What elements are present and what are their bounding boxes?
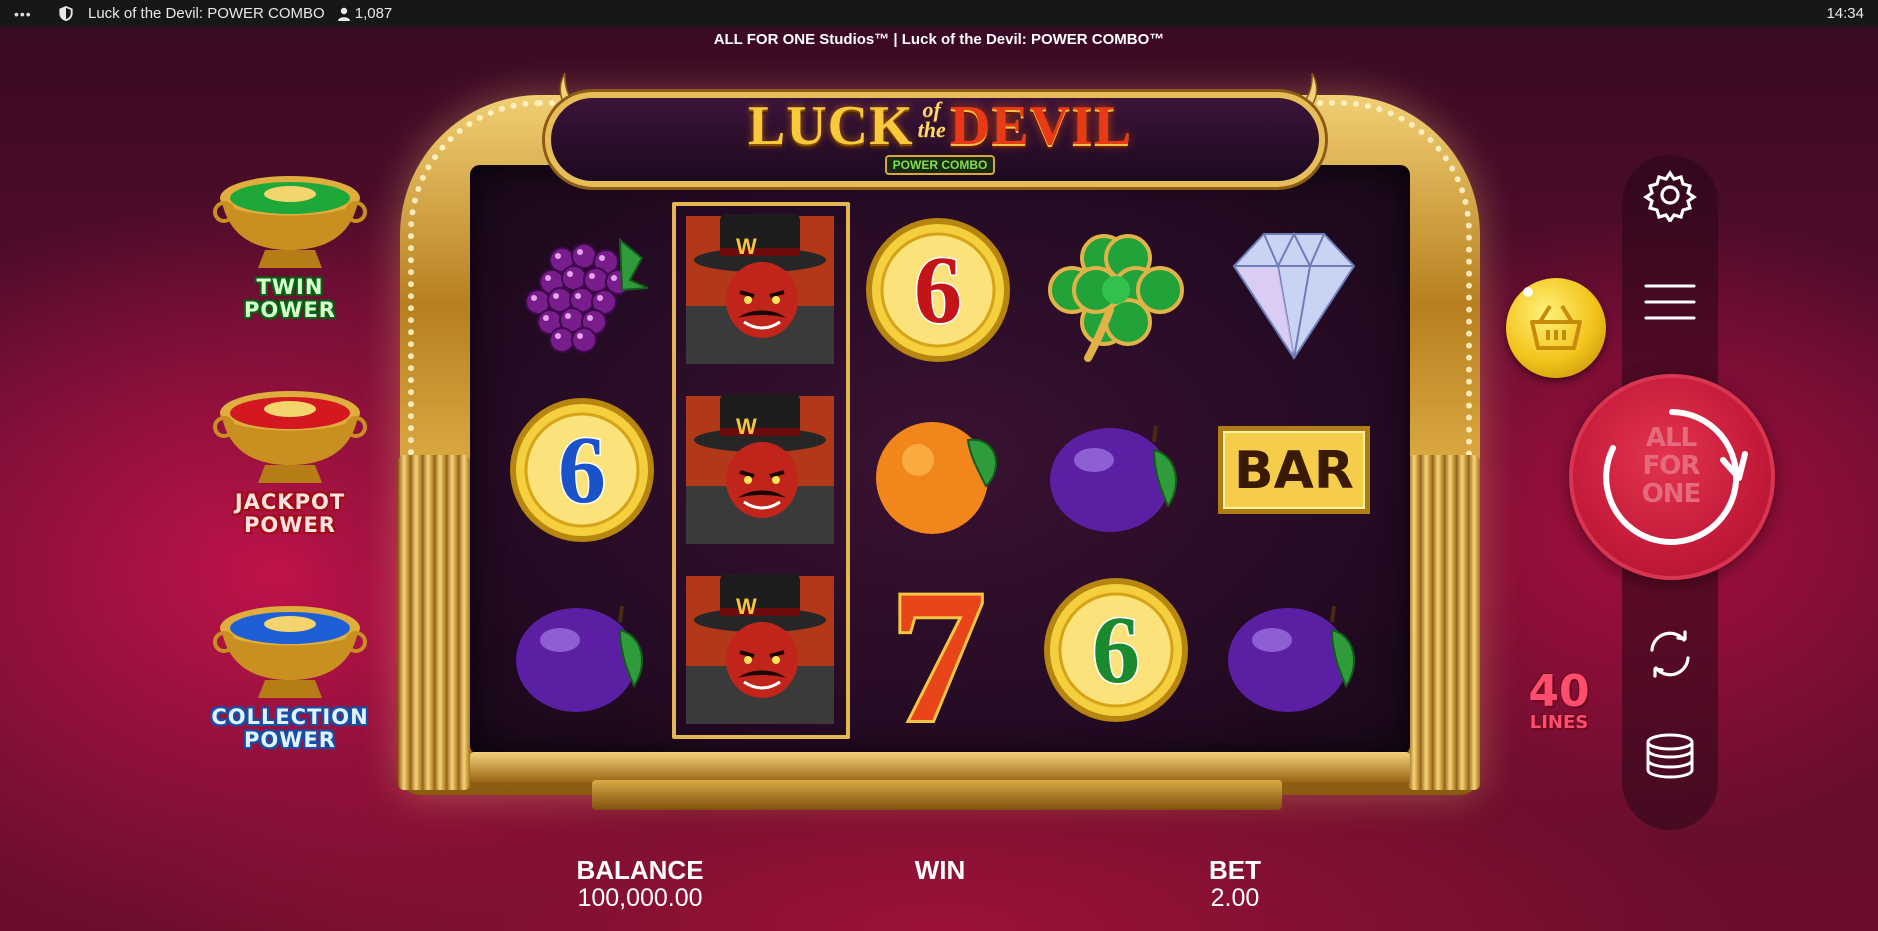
stacked-devil-highlight <box>672 202 850 739</box>
reel-cell: 6 <box>493 380 671 560</box>
reel-cell <box>493 560 671 740</box>
bet-label: BET <box>1209 855 1261 885</box>
collection-power-line1: COLLECTION <box>211 705 369 729</box>
logo-power-combo: POWER COMBO <box>884 155 996 175</box>
gold-6-green-symbol-icon: 6 <box>1044 578 1188 722</box>
pot-icon <box>213 391 367 483</box>
right-pillar <box>1408 455 1480 790</box>
reel-cell <box>1205 560 1383 740</box>
svg-text:6: 6 <box>1092 596 1140 703</box>
reel-cell: 6 <box>1027 560 1205 740</box>
jackpot-power-jackpot: JACKPOT POWER <box>190 385 390 537</box>
clock: 14:34 <box>1826 5 1864 22</box>
jackpot-power-label: JACKPOT POWER <box>190 491 390 537</box>
pot-icon <box>213 606 367 698</box>
twin-power-label: TWIN POWER <box>190 276 390 322</box>
coin-stack-icon <box>1646 733 1694 779</box>
settings-button[interactable] <box>1640 165 1700 225</box>
hamburger-menu-icon <box>1644 284 1696 320</box>
bet-display: BET 2.00 <box>1175 856 1295 912</box>
lines-count: 40 <box>1528 666 1590 717</box>
viewer-count: 1,087 <box>354 5 393 22</box>
gold-6-red-symbol-icon: 6 <box>866 218 1010 362</box>
balance-display: BALANCE 100,000.00 <box>540 856 740 912</box>
gold-6-blue-symbol-icon: 6 <box>510 398 654 542</box>
reel-cell: BAR <box>1205 380 1383 560</box>
balance-value: 100,000.00 <box>577 884 703 912</box>
logo-of-the: of the <box>917 99 946 142</box>
collection-power-jackpot: COLLECTION POWER <box>190 600 390 752</box>
reel-cell <box>849 380 1027 560</box>
reel-cell <box>1027 380 1205 560</box>
more-options-icon[interactable]: ••• <box>14 6 46 22</box>
plum-symbol-icon <box>516 605 643 712</box>
provider-title: ALL FOR ONE Studios™ | Luck of the Devil… <box>713 31 1165 48</box>
shield-icon <box>59 5 73 22</box>
jackpot-power-line2: POWER <box>244 513 336 537</box>
clover-symbol-icon <box>1048 234 1184 362</box>
twin-power-jackpot: TWIN POWER <box>190 170 390 322</box>
diamond-symbol-icon <box>1232 231 1356 360</box>
pot-icon <box>213 176 367 268</box>
window-title: Luck of the Devil: POWER COMBO <box>88 5 325 22</box>
user-icon <box>337 7 350 21</box>
game-logo: LUCK of theDEVIL POWER COMBO <box>710 96 1170 176</box>
stage-floor <box>470 752 1410 782</box>
plum-symbol-icon <box>1050 425 1177 532</box>
win-label: WIN <box>914 855 966 885</box>
shopping-basket-icon <box>1523 287 1582 350</box>
status-bar: ••• Luck of the Devil: POWER COMBO 1,087… <box>0 0 1878 27</box>
twin-power-line2: POWER <box>244 298 336 322</box>
autoplay-arrows-icon <box>1650 630 1690 678</box>
reel-cell <box>1027 200 1205 380</box>
bet-value: 2.00 <box>1210 884 1260 912</box>
reel-cell: 6 <box>849 200 1027 380</box>
collection-power-label: COLLECTION POWER <box>190 706 390 752</box>
svg-text:6: 6 <box>914 236 962 343</box>
logo-luck: LUCK <box>747 95 914 157</box>
svg-text:BAR: BAR <box>1234 441 1354 501</box>
logo-the: the <box>917 117 946 142</box>
balance-label: BALANCE <box>576 855 704 885</box>
spin-text-line3: ONE <box>1641 479 1702 509</box>
reel-grid: W 6 6 W BAR W 7 6 <box>493 200 1383 740</box>
bar-symbol-icon: BAR <box>1218 426 1370 514</box>
reel-cell <box>493 200 671 380</box>
svg-text:6: 6 <box>558 416 606 523</box>
spin-text-line2: FOR <box>1642 451 1701 481</box>
menu-button[interactable] <box>1640 272 1700 332</box>
logo-devil: DEVIL <box>949 95 1133 157</box>
reel-cell: 7 <box>849 560 1027 740</box>
plum-symbol-icon <box>1228 605 1355 712</box>
gear-icon <box>1643 170 1697 222</box>
win-display: WIN <box>880 856 1000 884</box>
paylines-indicator: 40 LINES <box>1514 670 1604 732</box>
twin-power-line1: TWIN <box>256 275 324 299</box>
collection-power-line2: POWER <box>244 728 336 752</box>
left-pillar <box>398 455 470 790</box>
seven-symbol-icon: 7 <box>888 570 989 730</box>
reel-cell <box>1205 200 1383 380</box>
autoplay-button[interactable] <box>1640 624 1700 684</box>
orange-symbol-icon <box>876 422 998 534</box>
svg-text:7: 7 <box>891 570 986 730</box>
stage-step <box>592 780 1282 810</box>
spin-text-line1: ALL <box>1645 423 1697 453</box>
buy-feature-button[interactable] <box>1506 278 1606 378</box>
jackpot-power-line1: JACKPOT <box>234 490 346 514</box>
spin-logo-text: ALL FOR ONE <box>1636 424 1706 508</box>
grapes-symbol-icon <box>525 237 649 353</box>
bet-button[interactable] <box>1640 728 1700 788</box>
